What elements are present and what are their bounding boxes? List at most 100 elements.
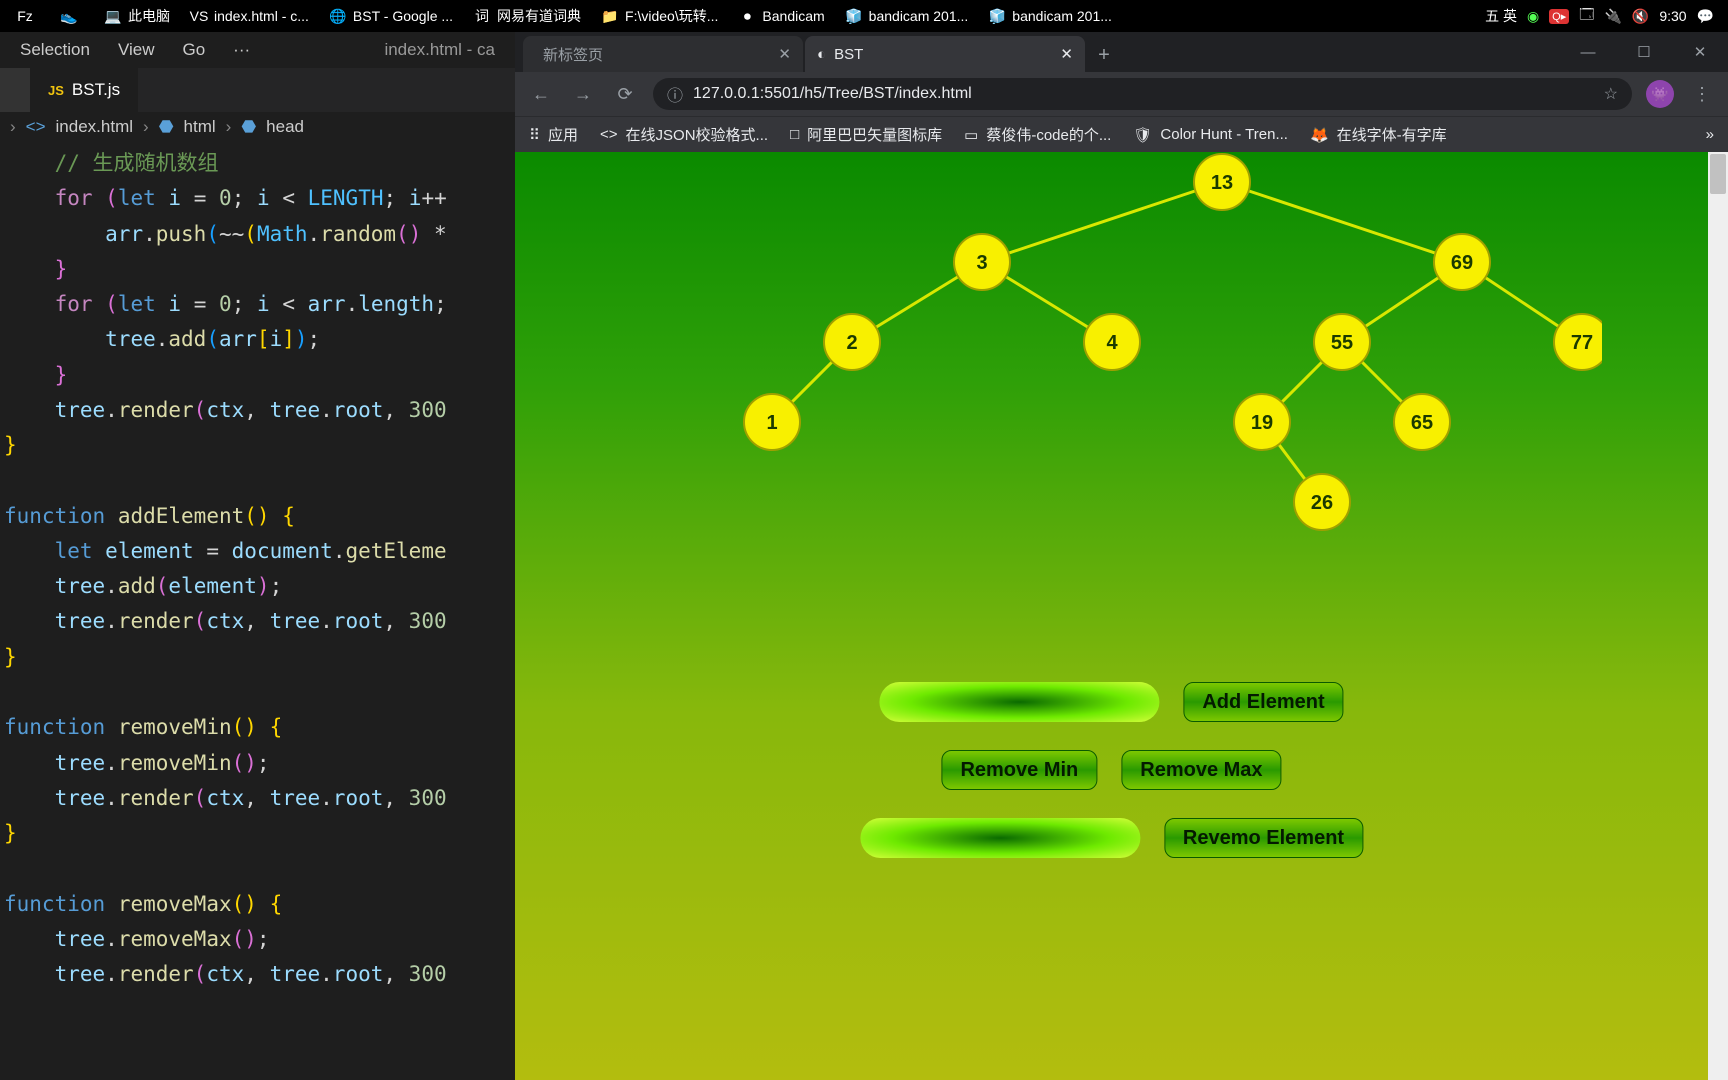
vscode-window: Selection View Go ··· index.html - ca JS… xyxy=(0,32,515,1080)
bookmark-item[interactable]: ⠿ 应用 xyxy=(529,124,578,145)
address-bar[interactable]: ⓘ 127.0.0.1:5501/h5/Tree/BST/index.html … xyxy=(653,78,1632,110)
menu-more[interactable]: ··· xyxy=(233,40,250,60)
taskbar-item[interactable]: VS index.html - c... xyxy=(180,0,319,32)
bookmark-icon: ⠿ xyxy=(529,126,540,144)
cube-icon: ⬣ xyxy=(241,117,256,137)
bookmarks-overflow-icon[interactable]: » xyxy=(1706,126,1714,143)
tray-app-icon[interactable]: Q▸ xyxy=(1549,9,1569,24)
back-button[interactable]: ← xyxy=(527,80,555,108)
forward-button[interactable]: → xyxy=(569,80,597,108)
html-file-icon: <> xyxy=(26,117,46,137)
app-icon: 👟 xyxy=(60,7,78,25)
minimize-button[interactable]: — xyxy=(1560,32,1616,72)
app-icon: ⏺ xyxy=(738,7,756,25)
menu-go[interactable]: Go xyxy=(182,40,205,60)
chrome-menu-button[interactable]: ⋮ xyxy=(1688,80,1716,108)
taskbar-item[interactable]: 🧊 bandicam 201... xyxy=(835,0,979,32)
tree-node-value: 65 xyxy=(1410,412,1432,434)
bookmark-star-icon[interactable]: ☆ xyxy=(1604,84,1618,104)
bookmark-icon: □ xyxy=(790,126,799,143)
taskbar-item-label: F:\video\玩转... xyxy=(625,6,718,26)
tray-circle-icon[interactable]: ◉ xyxy=(1527,8,1539,25)
battery-icon[interactable]: 🗔 xyxy=(1579,4,1594,28)
bookmark-label: 应用 xyxy=(548,124,578,145)
tree-node-value: 2 xyxy=(846,332,857,354)
windows-taskbar: Fz 👟 💻此电脑 VS index.html - c... 🌐BST - Google … xyxy=(0,0,1728,32)
bookmark-label: 在线字体-有字库 xyxy=(1337,124,1447,145)
menu-selection[interactable]: Selection xyxy=(20,40,90,60)
app-icon: 📁 xyxy=(601,7,619,25)
bc-head[interactable]: head xyxy=(266,117,304,137)
tree-edge xyxy=(1222,182,1462,262)
bst-controls: Add Element Remove Min Remove Max Revemo… xyxy=(860,682,1363,858)
editor-tab-bstjs[interactable]: JS BST.js xyxy=(30,68,138,112)
taskbar-item-label: index.html - c... xyxy=(214,8,309,24)
bookmark-label: 在线JSON校验格式... xyxy=(626,124,769,145)
code-editor[interactable]: // 生成随机数组 for (let i = 0; i < LENGTH; i+… xyxy=(0,142,515,1080)
taskbar-item[interactable]: 词网易有道词典 xyxy=(463,0,591,32)
bookmark-item[interactable]: ▭蔡俊伟-code的个... xyxy=(964,124,1111,145)
new-tab-button[interactable]: + xyxy=(1087,38,1121,72)
bookmark-label: 蔡俊伟-code的个... xyxy=(986,124,1111,145)
vscode-menubar: Selection View Go ··· index.html - ca xyxy=(0,32,515,68)
chrome-tab[interactable]: 新标签页✕ xyxy=(523,36,803,72)
reload-button[interactable]: ⟳ xyxy=(611,80,639,108)
taskbar-item[interactable]: 👟 xyxy=(50,0,94,32)
taskbar-item-label: Bandicam xyxy=(762,8,824,24)
taskbar-item[interactable]: 💻此电脑 xyxy=(94,0,180,32)
taskbar-item[interactable]: 🧊bandicam 201... xyxy=(978,0,1122,32)
js-file-icon: JS xyxy=(48,83,64,98)
power-icon[interactable]: 🔌 xyxy=(1604,8,1621,25)
vertical-scrollbar[interactable] xyxy=(1708,152,1728,1080)
tree-node-value: 13 xyxy=(1210,172,1232,194)
maximize-button[interactable]: ☐ xyxy=(1616,32,1672,72)
bookmark-item[interactable]: □阿里巴巴矢量图标库 xyxy=(790,124,942,145)
bookmark-item[interactable]: 🦊 在线字体-有字库 xyxy=(1310,124,1447,145)
app-icon: 🧊 xyxy=(988,7,1006,25)
site-info-icon[interactable]: ⓘ xyxy=(667,82,683,106)
tree-node-value: 4 xyxy=(1106,332,1118,354)
add-element-button[interactable]: Add Element xyxy=(1183,682,1343,722)
remove-element-input[interactable] xyxy=(860,818,1140,858)
taskbar-item[interactable]: 📁 F:\video\玩转... xyxy=(591,0,728,32)
taskbar-item-label: 此电脑 xyxy=(128,6,170,26)
remove-max-button[interactable]: Remove Max xyxy=(1121,750,1281,790)
bookmark-icon: 🦊 xyxy=(1310,126,1329,144)
bookmark-item[interactable]: <>在线JSON校验格式... xyxy=(600,124,768,145)
add-element-input[interactable] xyxy=(879,682,1159,722)
tree-node-value: 19 xyxy=(1250,412,1272,434)
taskbar-item[interactable]: 🌐BST - Google ... xyxy=(319,0,463,32)
notifications-icon[interactable]: 💬 xyxy=(1697,8,1714,25)
remove-min-button[interactable]: Remove Min xyxy=(941,750,1097,790)
cube-icon: ⬣ xyxy=(159,117,174,137)
menu-view[interactable]: View xyxy=(118,40,155,60)
scrollbar-thumb[interactable] xyxy=(1710,154,1726,194)
chrome-tabstrip: 新标签页✕◐BST✕+ xyxy=(515,32,1121,72)
chrome-tab[interactable]: ◐BST✕ xyxy=(805,36,1085,72)
globe-icon: ◐ xyxy=(817,46,826,63)
tree-node-value: 26 xyxy=(1310,492,1332,514)
bc-html[interactable]: html xyxy=(184,117,216,137)
close-button[interactable]: ✕ xyxy=(1672,32,1728,72)
bookmark-item[interactable]: 🛡Color Hunt - Tren... xyxy=(1133,126,1288,144)
taskbar-item[interactable]: Fz xyxy=(6,0,50,32)
taskbar-item-label: bandicam 201... xyxy=(869,8,969,24)
breadcrumb[interactable]: › <> index.html › ⬣ html › ⬣ head xyxy=(0,112,515,142)
clock[interactable]: 9:30 xyxy=(1659,8,1686,24)
activity-strip xyxy=(0,68,30,112)
app-icon: VS xyxy=(190,7,208,25)
tree-node-value: 77 xyxy=(1570,332,1592,354)
profile-avatar[interactable]: 👾 xyxy=(1646,80,1674,108)
volume-icon[interactable]: 🔇 xyxy=(1632,8,1649,25)
chrome-window: 新标签页✕◐BST✕+ — ☐ ✕ ← → ⟳ ⓘ 127.0.0.1:5501… xyxy=(515,32,1728,1080)
bc-file[interactable]: index.html xyxy=(56,117,133,137)
tab-close-icon[interactable]: ✕ xyxy=(778,45,791,63)
tree-node-value: 3 xyxy=(976,252,987,274)
app-icon: 🧊 xyxy=(845,7,863,25)
page-viewport: 133692455771196526 Add Element Remove Mi… xyxy=(515,152,1728,1080)
tab-close-icon[interactable]: ✕ xyxy=(1060,45,1073,63)
ime-indicator[interactable]: 五 英 xyxy=(1485,6,1517,26)
tree-edge xyxy=(982,182,1222,262)
taskbar-item[interactable]: ⏺ Bandicam xyxy=(728,0,834,32)
remove-element-button[interactable]: Revemo Element xyxy=(1164,818,1363,858)
